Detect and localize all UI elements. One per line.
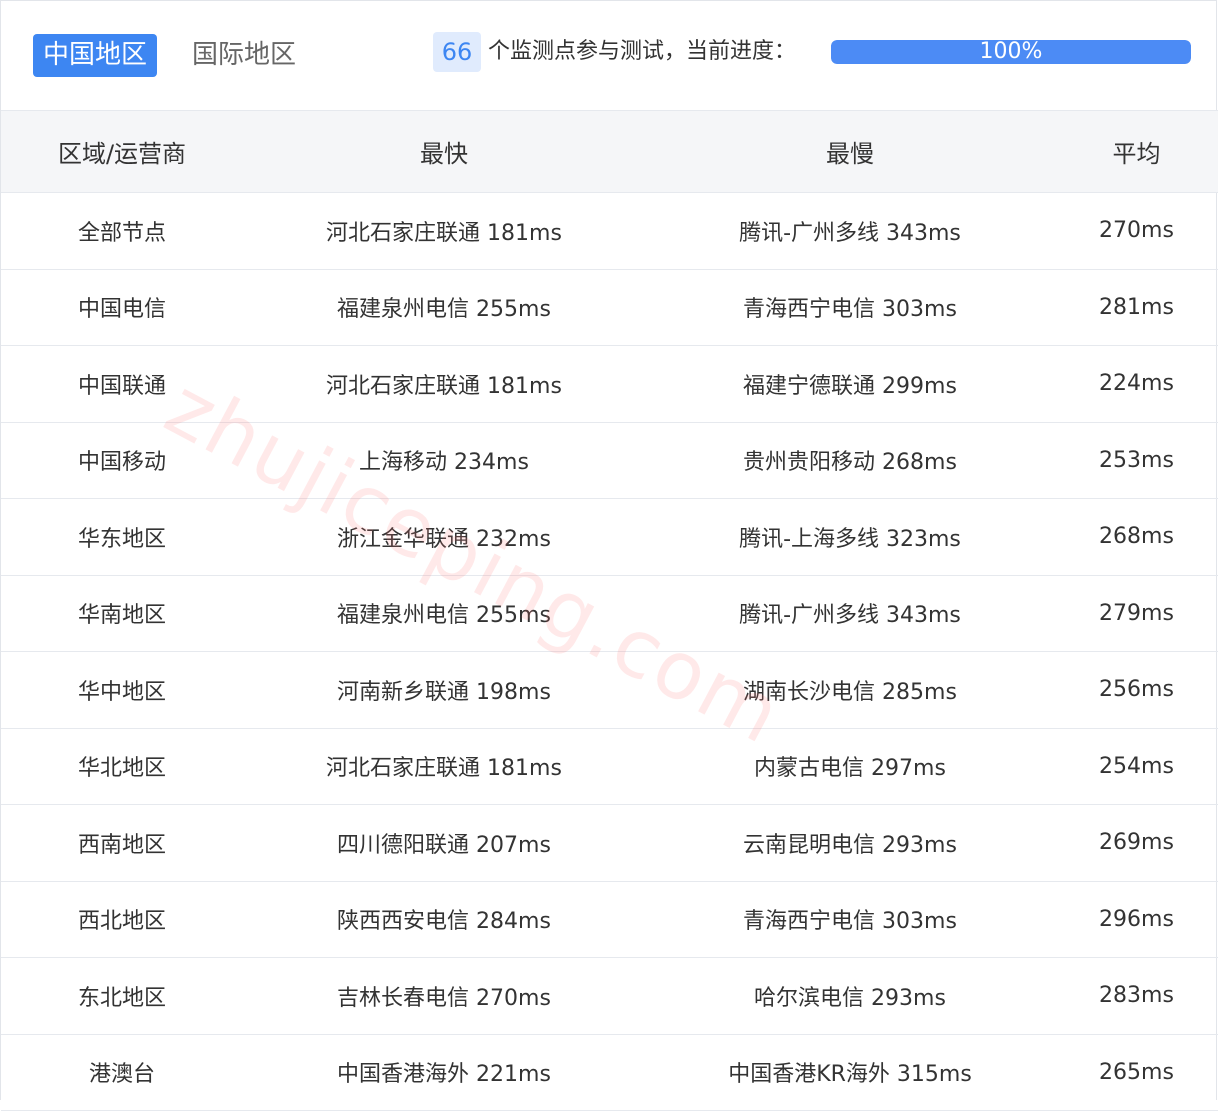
cell-average: 269ms: [1055, 804, 1218, 882]
header-slowest: 最慢: [645, 110, 1055, 193]
cell-fastest: 四川德阳联通 207ms: [243, 804, 645, 882]
header-average: 平均: [1055, 110, 1218, 193]
cell-slowest: 青海西宁电信 303ms: [645, 881, 1055, 958]
cell-slowest: 云南昆明电信 293ms: [645, 804, 1055, 882]
cell-slowest: 腾讯-广州多线 343ms: [645, 192, 1055, 270]
cell-region: 中国移动: [1, 422, 243, 499]
table-row: 中国电信 福建泉州电信 255ms 青海西宁电信 303ms 281ms: [1, 269, 1218, 346]
cell-fastest: 河南新乡联通 198ms: [243, 651, 645, 729]
cell-average: 270ms: [1055, 192, 1218, 270]
cell-slowest: 青海西宁电信 303ms: [645, 269, 1055, 346]
cell-average: 265ms: [1055, 1034, 1218, 1111]
cell-slowest: 中国香港KR海外 315ms: [645, 1034, 1055, 1111]
cell-region: 西南地区: [1, 804, 243, 882]
progress-bar: 100%: [831, 40, 1191, 64]
cell-fastest: 河北石家庄联通 181ms: [243, 192, 645, 270]
cell-region: 中国联通: [1, 345, 243, 423]
table-row: 西北地区 陕西西安电信 284ms 青海西宁电信 303ms 296ms: [1, 881, 1218, 958]
cell-fastest: 中国香港海外 221ms: [243, 1034, 645, 1111]
cell-slowest: 腾讯-广州多线 343ms: [645, 575, 1055, 652]
progress-description: 个监测点参与测试，当前进度：: [488, 39, 797, 64]
tab-international-region[interactable]: 国际地区: [182, 34, 306, 77]
cell-fastest: 上海移动 234ms: [243, 422, 645, 499]
cell-fastest: 福建泉州电信 255ms: [243, 575, 645, 652]
table-header-row: 区域/运营商 最快 最慢 平均: [1, 110, 1218, 193]
cell-region: 全部节点: [1, 192, 243, 270]
cell-region: 华中地区: [1, 651, 243, 729]
cell-region: 华北地区: [1, 728, 243, 805]
cell-average: 279ms: [1055, 575, 1218, 652]
cell-fastest: 陕西西安电信 284ms: [243, 881, 645, 958]
cell-fastest: 河北石家庄联通 181ms: [243, 728, 645, 805]
cell-slowest: 湖南长沙电信 285ms: [645, 651, 1055, 729]
cell-region: 西北地区: [1, 881, 243, 958]
progress-bar-fill: 100%: [831, 40, 1191, 64]
cell-region: 中国电信: [1, 269, 243, 346]
top-bar: 中国地区 国际地区 66 个监测点参与测试，当前进度： 100%: [0, 0, 1219, 110]
cell-average: 254ms: [1055, 728, 1218, 805]
tab-china-region[interactable]: 中国地区: [33, 34, 158, 77]
cell-region: 华东地区: [1, 498, 243, 576]
cell-average: 283ms: [1055, 957, 1218, 1035]
cell-region: 华南地区: [1, 575, 243, 652]
cell-average: 253ms: [1055, 422, 1218, 499]
table-row: 华中地区 河南新乡联通 198ms 湖南长沙电信 285ms 256ms: [1, 651, 1218, 729]
header-region: 区域/运营商: [1, 110, 243, 193]
table-row: 全部节点 河北石家庄联通 181ms 腾讯-广州多线 343ms 270ms: [1, 192, 1218, 270]
cell-average: 268ms: [1055, 498, 1218, 576]
cell-average: 281ms: [1055, 269, 1218, 346]
cell-slowest: 内蒙古电信 297ms: [645, 728, 1055, 805]
cell-fastest: 河北石家庄联通 181ms: [243, 345, 645, 423]
table-row: 华北地区 河北石家庄联通 181ms 内蒙古电信 297ms 254ms: [1, 728, 1218, 805]
cell-average: 224ms: [1055, 345, 1218, 423]
progress-percent: 100%: [979, 40, 1043, 64]
table-row: 华南地区 福建泉州电信 255ms 腾讯-广州多线 343ms 279ms: [1, 575, 1218, 652]
table-row: 港澳台 中国香港海外 221ms 中国香港KR海外 315ms 265ms: [1, 1034, 1218, 1111]
table-row: 西南地区 四川德阳联通 207ms 云南昆明电信 293ms 269ms: [1, 804, 1218, 882]
cell-average: 296ms: [1055, 881, 1218, 958]
cell-slowest: 福建宁德联通 299ms: [645, 345, 1055, 423]
table-row: 东北地区 吉林长春电信 270ms 哈尔滨电信 293ms 283ms: [1, 957, 1218, 1035]
latency-table: 区域/运营商 最快 最慢 平均 全部节点 河北石家庄联通 181ms 腾讯-广州多线…: [1, 110, 1218, 1111]
table-row: 中国移动 上海移动 234ms 贵州贵阳移动 268ms 253ms: [1, 422, 1218, 499]
cell-fastest: 吉林长春电信 270ms: [243, 957, 645, 1035]
cell-region: 东北地区: [1, 957, 243, 1035]
cell-slowest: 哈尔滨电信 293ms: [645, 957, 1055, 1035]
cell-fastest: 浙江金华联通 232ms: [243, 498, 645, 576]
cell-fastest: 福建泉州电信 255ms: [243, 269, 645, 346]
header-fastest: 最快: [243, 110, 645, 193]
cell-average: 256ms: [1055, 651, 1218, 729]
table-row: 中国联通 河北石家庄联通 181ms 福建宁德联通 299ms 224ms: [1, 345, 1218, 423]
monitor-count-badge: 66: [433, 32, 481, 72]
table-row: 华东地区 浙江金华联通 232ms 腾讯-上海多线 323ms 268ms: [1, 498, 1218, 576]
cell-slowest: 腾讯-上海多线 323ms: [645, 498, 1055, 576]
cell-region: 港澳台: [1, 1034, 243, 1111]
cell-slowest: 贵州贵阳移动 268ms: [645, 422, 1055, 499]
